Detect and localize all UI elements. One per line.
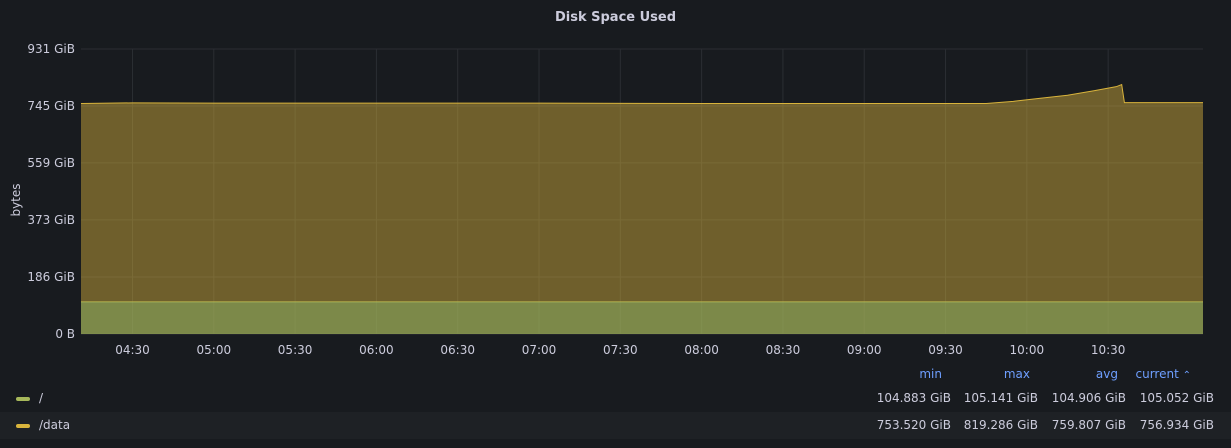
series-area-root (81, 301, 1203, 334)
legend-max-value: 819.286 GiB (963, 418, 1038, 432)
legend-swatch-data (16, 424, 30, 428)
legend-series-name: / (39, 391, 44, 405)
legend-header: min max avg current ⌃ (0, 363, 1231, 385)
x-tick-label: 07:30 (603, 343, 638, 357)
y-axis-label: bytes (9, 183, 23, 216)
y-tick-label: 186 GiB (27, 270, 75, 284)
legend-avg-value: 104.906 GiB (1051, 391, 1126, 405)
y-tick-label: 745 GiB (27, 99, 75, 113)
areas (80, 83, 1203, 334)
x-tick-label: 08:00 (684, 343, 719, 357)
legend-current-value: 105.052 GiB (1139, 391, 1214, 405)
legend-avg-value: 759.807 GiB (1051, 418, 1126, 432)
legend-row-root[interactable]: / 104.883 GiB 105.141 GiB 104.906 GiB 10… (0, 385, 1231, 412)
legend-min-value: 104.883 GiB (876, 391, 951, 405)
y-tick-label: 559 GiB (27, 156, 75, 170)
x-tick-label: 08:30 (766, 343, 801, 357)
x-tick-label: 05:30 (278, 343, 313, 357)
x-tick-label: 06:30 (440, 343, 475, 357)
x-tick-label: 07:00 (522, 343, 557, 357)
panel-title[interactable]: Disk Space Used (0, 8, 1231, 28)
disk-space-panel: 0 B 186 GiB 373 GiB 559 GiB 745 GiB 931 GiB 0… (0, 0, 1231, 448)
x-tick-label: 10:30 (1091, 343, 1126, 357)
legend-max-value: 105.141 GiB (963, 391, 1038, 405)
x-tick-label: 10:00 (1010, 343, 1045, 357)
legend-header-min[interactable]: min (862, 367, 942, 381)
x-tick-label: 09:30 (928, 343, 963, 357)
y-tick-label: 373 GiB (27, 213, 75, 227)
x-tick-label: 06:00 (359, 343, 394, 357)
x-axis: 04:30 05:00 05:30 06:00 06:30 07:00 07:30 08:00… (115, 343, 1125, 357)
legend-header-max[interactable]: max (950, 367, 1030, 381)
y-tick-label: 931 GiB (27, 42, 75, 56)
sort-ascending-icon: ⌃ (1182, 370, 1191, 381)
legend-min-value: 753.520 GiB (876, 418, 951, 432)
legend-row-data[interactable]: /data 753.520 GiB 819.286 GiB 759.807 Gi… (0, 412, 1231, 439)
series-area-data (81, 84, 1203, 302)
legend: min max avg current ⌃ / 104.883 GiB 105.… (0, 363, 1231, 439)
legend-header-current-label: current (1135, 367, 1179, 381)
x-tick-label: 05:00 (197, 343, 232, 357)
legend-swatch-root (16, 397, 30, 401)
legend-header-current[interactable]: current ⌃ (1111, 367, 1191, 381)
disk-space-chart: 0 B 186 GiB 373 GiB 559 GiB 745 GiB 931 GiB 0… (9, 42, 1203, 357)
y-axis: 0 B 186 GiB 373 GiB 559 GiB 745 GiB 931 GiB (27, 42, 75, 341)
legend-series-name: /data (39, 418, 71, 432)
y-tick-label: 0 B (55, 327, 75, 341)
legend-header-avg[interactable]: avg (1038, 367, 1118, 381)
legend-current-value: 756.934 GiB (1139, 418, 1214, 432)
x-tick-label: 04:30 (115, 343, 150, 357)
x-tick-label: 09:00 (847, 343, 882, 357)
